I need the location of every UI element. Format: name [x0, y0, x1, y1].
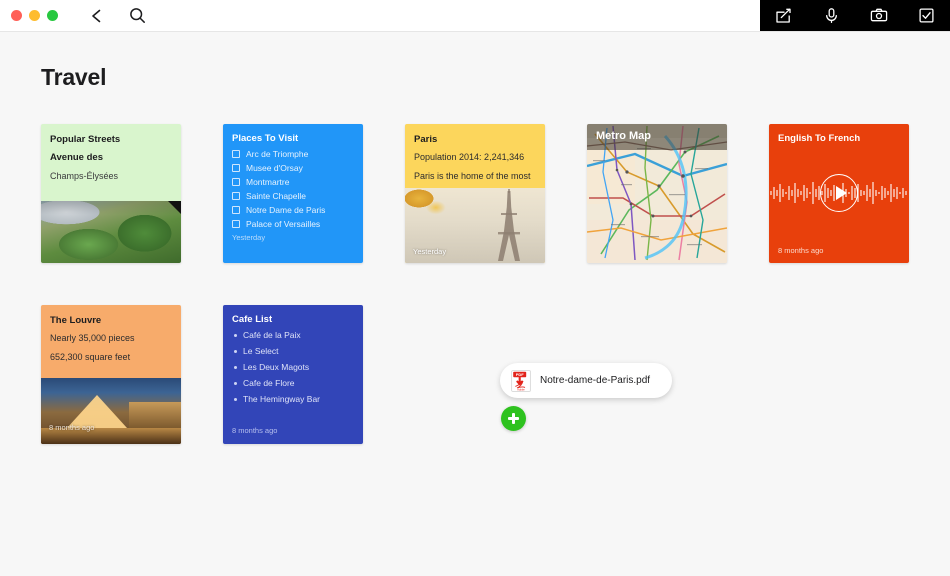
- note-timestamp: 8 months ago: [232, 426, 277, 435]
- louvre-building-shape: [129, 402, 181, 428]
- bullet-icon: [234, 350, 237, 353]
- list-item: Le Select: [232, 346, 354, 356]
- attachment-file-name: Notre-dame-de-Paris.pdf: [540, 375, 650, 386]
- play-icon: [836, 186, 847, 200]
- bullet-icon: [234, 382, 237, 385]
- list-item-label: Le Select: [243, 346, 278, 356]
- search-button[interactable]: [126, 5, 148, 27]
- list-item-label: The Hemingway Bar: [243, 394, 320, 404]
- note-timestamp: 8 months ago: [49, 423, 94, 432]
- note-card-text: Paris Population 2014: 2,241,346 Paris i…: [405, 124, 545, 181]
- list-item-label: Café de la Paix: [243, 330, 301, 340]
- chevron-left-icon: [89, 8, 105, 24]
- note-timestamp: Yesterday: [413, 247, 446, 256]
- checklist-item-label: Montmartre: [246, 177, 289, 187]
- checklist-item-label: Arc de Triomphe: [246, 149, 308, 159]
- checklist-item-label: Sainte Chapelle: [246, 191, 306, 201]
- note-card-cafe-list[interactable]: Cafe List Café de la Paix Le Select Les …: [223, 305, 363, 444]
- list-item: The Hemingway Bar: [232, 394, 354, 404]
- checkbox-icon[interactable]: [232, 150, 240, 158]
- note-line-1: Population 2014: 2,241,346: [414, 152, 536, 162]
- checklist-item-label: Musee d'Orsay: [246, 163, 303, 173]
- microphone-button[interactable]: [820, 5, 842, 27]
- checklist-item[interactable]: Palace of Versailles: [232, 219, 354, 229]
- checkbox-icon[interactable]: [232, 178, 240, 186]
- bullet-icon: [234, 366, 237, 369]
- note-line-2: Paris is the home of the most: [414, 171, 536, 181]
- note-card-text: Popular Streets Avenue des Champs-Élysée…: [41, 124, 181, 181]
- checklist-item-label: Notre Dame de Paris: [246, 205, 325, 215]
- maximize-window-button[interactable]: [47, 10, 58, 21]
- list-item: Cafe de Flore: [232, 378, 354, 388]
- search-icon: [129, 7, 146, 24]
- note-line-2: Champs-Élysées: [50, 171, 172, 181]
- checklist-item[interactable]: Arc de Triomphe: [232, 149, 354, 159]
- checkbox-icon[interactable]: [232, 164, 240, 172]
- note-card-text: The Louvre Nearly 35,000 pieces 652,300 …: [41, 305, 181, 362]
- app-window: Travel Popular Streets Avenue des Champs…: [0, 0, 950, 576]
- note-line-2: 652,300 square feet: [50, 352, 172, 362]
- list-item-label: Les Deux Magots: [243, 362, 309, 372]
- note-title: Metro Map: [596, 130, 651, 142]
- note-card-paris[interactable]: Paris Population 2014: 2,241,346 Paris i…: [405, 124, 545, 263]
- bullet-icon: [234, 398, 237, 401]
- note-card-metro-map[interactable]: Metro Map: [587, 124, 727, 263]
- note-title: Places To Visit: [232, 133, 354, 144]
- checklist-item[interactable]: Montmartre: [232, 177, 354, 187]
- note-photo-louvre-pyramid: 8 months ago: [41, 378, 181, 444]
- add-attachment-button[interactable]: [501, 406, 526, 431]
- pdf-icon: PDF Adobe: [511, 370, 531, 392]
- note-card-the-louvre[interactable]: The Louvre Nearly 35,000 pieces 652,300 …: [41, 305, 181, 444]
- page-title: Travel: [41, 64, 106, 91]
- list-item-label: Cafe de Flore: [243, 378, 295, 388]
- checklist-item[interactable]: Musee d'Orsay: [232, 163, 354, 173]
- list-item: Café de la Paix: [232, 330, 354, 340]
- note-title: The Louvre: [50, 315, 172, 326]
- camera-icon: [870, 7, 888, 24]
- bullet-icon: [234, 334, 237, 337]
- editor-toolbar: [760, 0, 950, 31]
- checklist-icon: [918, 7, 935, 24]
- checkbox-icon[interactable]: [232, 206, 240, 214]
- note-photo-eiffel-tower: Yesterday: [405, 188, 545, 263]
- svg-text:PDF: PDF: [516, 372, 525, 377]
- note-photo-champs-elysees: [41, 201, 181, 263]
- eiffel-tower-shape: [489, 189, 529, 263]
- photo-corner-fold: [168, 201, 181, 214]
- window-controls: [0, 10, 58, 21]
- plus-icon-vertical: [512, 413, 514, 424]
- checklist-item-label: Palace of Versailles: [246, 219, 320, 229]
- checkbox-icon[interactable]: [232, 220, 240, 228]
- play-button[interactable]: [820, 174, 858, 212]
- checklist-item[interactable]: Notre Dame de Paris: [232, 205, 354, 215]
- note-title: Popular Streets: [50, 134, 172, 145]
- title-bar: [0, 0, 950, 31]
- note-line-1: Avenue des: [50, 152, 172, 163]
- checkbox-icon[interactable]: [232, 192, 240, 200]
- minimize-window-button[interactable]: [29, 10, 40, 21]
- note-timestamp: Yesterday: [232, 233, 354, 242]
- close-window-button[interactable]: [11, 10, 22, 21]
- attachment-chip[interactable]: PDF Adobe Notre-dame-de-Paris.pdf: [500, 363, 672, 398]
- notes-grid: Popular Streets Avenue des Champs-Élysée…: [41, 124, 921, 444]
- compose-button[interactable]: [773, 5, 795, 27]
- note-card-places-to-visit[interactable]: Places To Visit Arc de Triomphe Musee d'…: [223, 124, 363, 263]
- note-title: Cafe List: [232, 314, 354, 325]
- note-timestamp: 8 months ago: [778, 246, 823, 255]
- list-item: Les Deux Magots: [232, 362, 354, 372]
- note-title: Paris: [414, 134, 536, 145]
- note-card-english-to-french[interactable]: English To French: [769, 124, 909, 263]
- microphone-icon: [823, 7, 840, 24]
- notes-content: Travel Popular Streets Avenue des Champs…: [0, 32, 950, 576]
- checklist-item[interactable]: Sainte Chapelle: [232, 191, 354, 201]
- checklist-button[interactable]: [915, 5, 937, 27]
- svg-text:Adobe: Adobe: [517, 387, 525, 391]
- note-title: English To French: [778, 133, 860, 144]
- compose-icon: [775, 7, 792, 24]
- back-button[interactable]: [86, 5, 108, 27]
- note-line-1: Nearly 35,000 pieces: [50, 333, 172, 343]
- camera-button[interactable]: [868, 5, 890, 27]
- note-card-popular-streets[interactable]: Popular Streets Avenue des Champs-Élysée…: [41, 124, 181, 263]
